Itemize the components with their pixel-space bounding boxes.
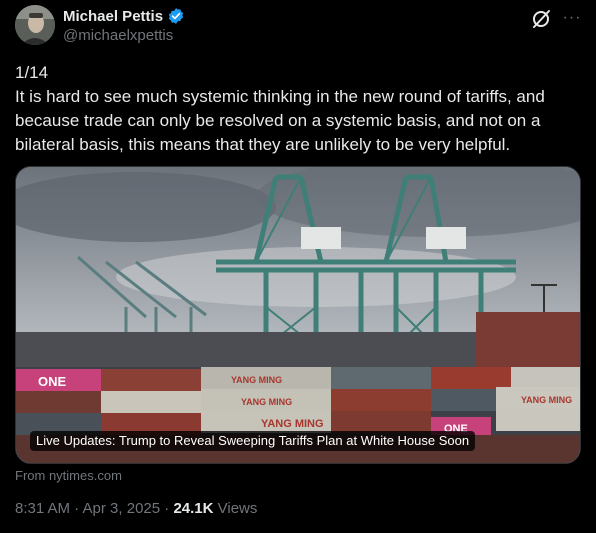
tweet-meta: 8:31 AM · Apr 3, 2025 · 24.1K Views: [15, 500, 257, 517]
card-source-link[interactable]: From nytimes.com: [15, 468, 122, 483]
views-label: Views: [213, 500, 258, 517]
views-count: 24.1K: [173, 500, 214, 517]
link-card[interactable]: ONE YANG MING YANG MING YANG MING ONE YA…: [15, 166, 581, 464]
container-label: YANG MING: [261, 418, 324, 430]
card-image-port-cranes: ONE YANG MING YANG MING YANG MING ONE YA…: [16, 167, 580, 463]
container-label: YANG MING: [521, 395, 572, 405]
tweet-text: 1/14 It is hard to see much systemic thi…: [15, 63, 545, 154]
grok-icon[interactable]: [530, 8, 552, 30]
container-label: ONE: [38, 374, 67, 389]
timestamp[interactable]: 8:31 AM · Apr 3, 2025 ·: [15, 500, 173, 517]
author-display-name[interactable]: Michael Pettis: [63, 8, 163, 25]
container-label: YANG MING: [241, 397, 292, 407]
more-options-button[interactable]: ···: [560, 8, 584, 28]
author-name-row[interactable]: Michael Pettis: [63, 7, 185, 25]
avatar[interactable]: [15, 5, 55, 45]
card-headline[interactable]: Live Updates: Trump to Reveal Sweeping T…: [30, 431, 476, 451]
container-label: YANG MING: [231, 375, 282, 385]
verified-badge-icon: [167, 7, 185, 25]
author-handle[interactable]: @michaelxpettis: [63, 27, 173, 44]
